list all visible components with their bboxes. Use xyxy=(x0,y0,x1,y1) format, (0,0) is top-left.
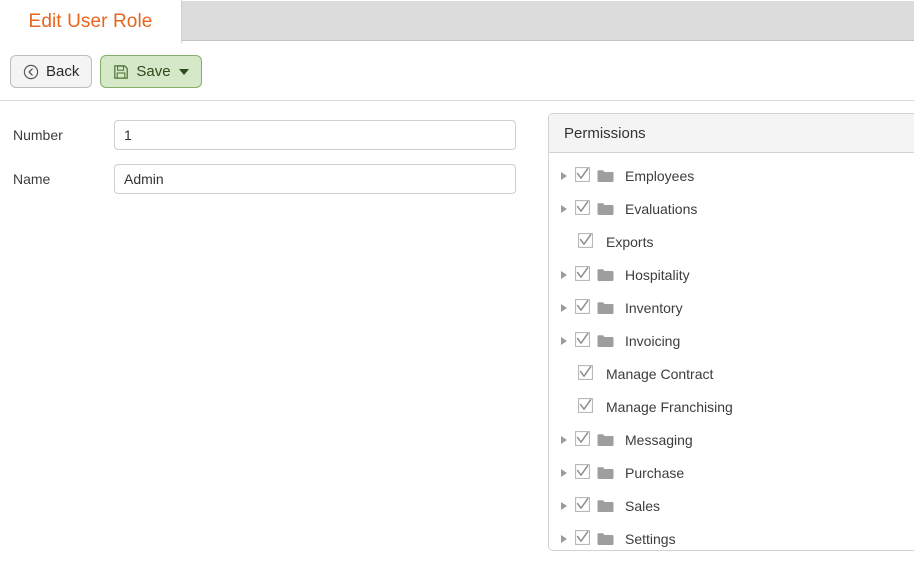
tab-bar: Edit User Role xyxy=(0,0,914,43)
expand-triangle-icon[interactable] xyxy=(556,336,572,345)
permission-label: Hospitality xyxy=(625,266,690,283)
floppy-disk-icon xyxy=(113,64,129,80)
permission-label: Manage Contract xyxy=(606,365,714,382)
expand-triangle-icon[interactable] xyxy=(556,171,572,180)
folder-icon xyxy=(597,334,615,348)
permission-checkbox[interactable] xyxy=(575,463,591,482)
number-input[interactable] xyxy=(114,120,516,150)
permissions-title: Permissions xyxy=(564,124,646,142)
expand-triangle-icon[interactable] xyxy=(556,501,572,510)
save-button-label: Save xyxy=(136,63,171,80)
field-row-name: Name xyxy=(0,157,548,201)
permission-checkbox[interactable] xyxy=(575,496,591,515)
folder-icon xyxy=(597,532,615,546)
permission-checkbox[interactable] xyxy=(578,397,594,416)
folder-icon xyxy=(597,268,615,282)
expand-triangle-icon[interactable] xyxy=(556,534,572,543)
permission-tree-row[interactable]: Messaging xyxy=(549,423,914,456)
folder-icon xyxy=(597,169,615,183)
permissions-panel: Permissions Employees Evaluations Exports H… xyxy=(548,113,914,551)
permission-checkbox[interactable] xyxy=(575,529,591,548)
permission-label: Messaging xyxy=(625,431,693,448)
permission-tree-row[interactable]: Evaluations xyxy=(549,192,914,225)
back-button-label: Back xyxy=(46,63,80,80)
permission-label: Exports xyxy=(606,233,654,250)
tab-bar-empty-area xyxy=(182,1,914,41)
save-button[interactable]: Save xyxy=(100,55,202,88)
circle-left-arrow-icon xyxy=(23,64,39,80)
permission-checkbox[interactable] xyxy=(575,199,591,218)
permission-tree-row[interactable]: Sales xyxy=(549,489,914,522)
permission-tree-row[interactable]: Settings xyxy=(549,522,914,550)
permission-tree-row[interactable]: Employees xyxy=(549,159,914,192)
permission-label: Manage Franchising xyxy=(606,398,733,415)
toolbar: Back Save xyxy=(0,43,914,101)
number-label: Number xyxy=(13,127,63,143)
expand-triangle-icon[interactable] xyxy=(556,270,572,279)
permission-checkbox[interactable] xyxy=(578,364,594,383)
permission-label: Purchase xyxy=(625,464,685,481)
permission-label: Invoicing xyxy=(625,332,681,349)
name-label: Name xyxy=(13,171,51,187)
permission-tree-row[interactable]: Inventory xyxy=(549,291,914,324)
back-button[interactable]: Back xyxy=(10,55,93,88)
permission-checkbox[interactable] xyxy=(575,265,591,284)
permission-tree-row[interactable]: Manage Contract xyxy=(549,357,914,390)
user-role-form: Number Name xyxy=(0,101,548,201)
permission-tree-row[interactable]: Exports xyxy=(549,225,914,258)
permission-label: Evaluations xyxy=(625,200,698,217)
expand-triangle-icon[interactable] xyxy=(556,435,572,444)
expand-triangle-icon[interactable] xyxy=(556,204,572,213)
permission-tree-row[interactable]: Hospitality xyxy=(549,258,914,291)
permissions-panel-header: Permissions xyxy=(549,114,914,153)
permission-label: Inventory xyxy=(625,299,683,316)
tab-label: Edit User Role xyxy=(28,10,153,32)
permission-label: Sales xyxy=(625,497,661,514)
name-input[interactable] xyxy=(114,164,516,194)
permission-checkbox[interactable] xyxy=(575,430,591,449)
folder-icon xyxy=(597,202,615,216)
tab-edit-user-role[interactable]: Edit User Role xyxy=(0,0,182,43)
folder-icon xyxy=(597,301,615,315)
expand-triangle-icon[interactable] xyxy=(556,468,572,477)
permission-checkbox[interactable] xyxy=(575,331,591,350)
chevron-down-icon[interactable] xyxy=(178,68,189,75)
permission-tree-row[interactable]: Invoicing xyxy=(549,324,914,357)
folder-icon xyxy=(597,466,615,480)
field-row-number: Number xyxy=(0,113,548,157)
expand-triangle-icon[interactable] xyxy=(556,303,572,312)
permissions-tree: Employees Evaluations Exports Hospitality In… xyxy=(549,153,914,550)
permission-label: Settings xyxy=(625,530,676,547)
permission-checkbox[interactable] xyxy=(575,166,591,185)
permission-checkbox[interactable] xyxy=(575,298,591,317)
permission-tree-row[interactable]: Manage Franchising xyxy=(549,390,914,423)
folder-icon xyxy=(597,499,615,513)
folder-icon xyxy=(597,433,615,447)
permission-checkbox[interactable] xyxy=(578,232,594,251)
permission-tree-row[interactable]: Purchase xyxy=(549,456,914,489)
permission-label: Employees xyxy=(625,167,695,184)
